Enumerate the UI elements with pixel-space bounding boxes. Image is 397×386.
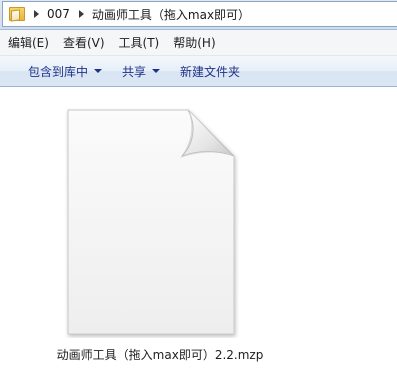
menu-edit[interactable]: 编辑(E) xyxy=(0,34,56,51)
new-folder-label: 新建文件夹 xyxy=(180,64,241,79)
menu-help[interactable]: 帮助(H) xyxy=(166,34,222,51)
chevron-down-icon xyxy=(152,69,161,73)
include-in-library-label: 包含到库中 xyxy=(28,64,89,79)
new-folder-button[interactable]: 新建文件夹 xyxy=(170,63,250,80)
breadcrumb-item-007[interactable]: 007 xyxy=(47,7,70,21)
folder-icon xyxy=(9,7,25,22)
breadcrumb-item-current[interactable]: 动画师工具（拖入max即可） xyxy=(92,6,250,23)
file-name[interactable]: 动画师工具（拖入max即可）2.2.mzp xyxy=(40,346,280,363)
breadcrumb-separator-icon[interactable] xyxy=(34,10,39,18)
chevron-down-icon xyxy=(94,69,103,73)
menu-bar: 编辑(E) 查看(V) 工具(T) 帮助(H) xyxy=(0,30,397,56)
file-item[interactable]: 动画师工具（拖入max即可）2.2.mzp xyxy=(40,102,270,372)
menu-view[interactable]: 查看(V) xyxy=(56,34,112,51)
command-bar: 包含到库中 共享 新建文件夹 xyxy=(0,56,397,87)
breadcrumb-separator-icon[interactable] xyxy=(78,10,84,18)
generic-document-icon xyxy=(67,109,235,335)
address-bar[interactable]: 007 动画师工具（拖入max即可） xyxy=(0,0,397,30)
address-field[interactable]: 007 动画师工具（拖入max即可） xyxy=(2,1,397,27)
share-button[interactable]: 共享 xyxy=(112,63,170,80)
include-in-library-button[interactable]: 包含到库中 xyxy=(20,63,112,80)
file-list-area[interactable]: 动画师工具（拖入max即可）2.2.mzp xyxy=(0,88,397,386)
share-label: 共享 xyxy=(122,64,147,79)
menu-tools[interactable]: 工具(T) xyxy=(112,34,167,51)
